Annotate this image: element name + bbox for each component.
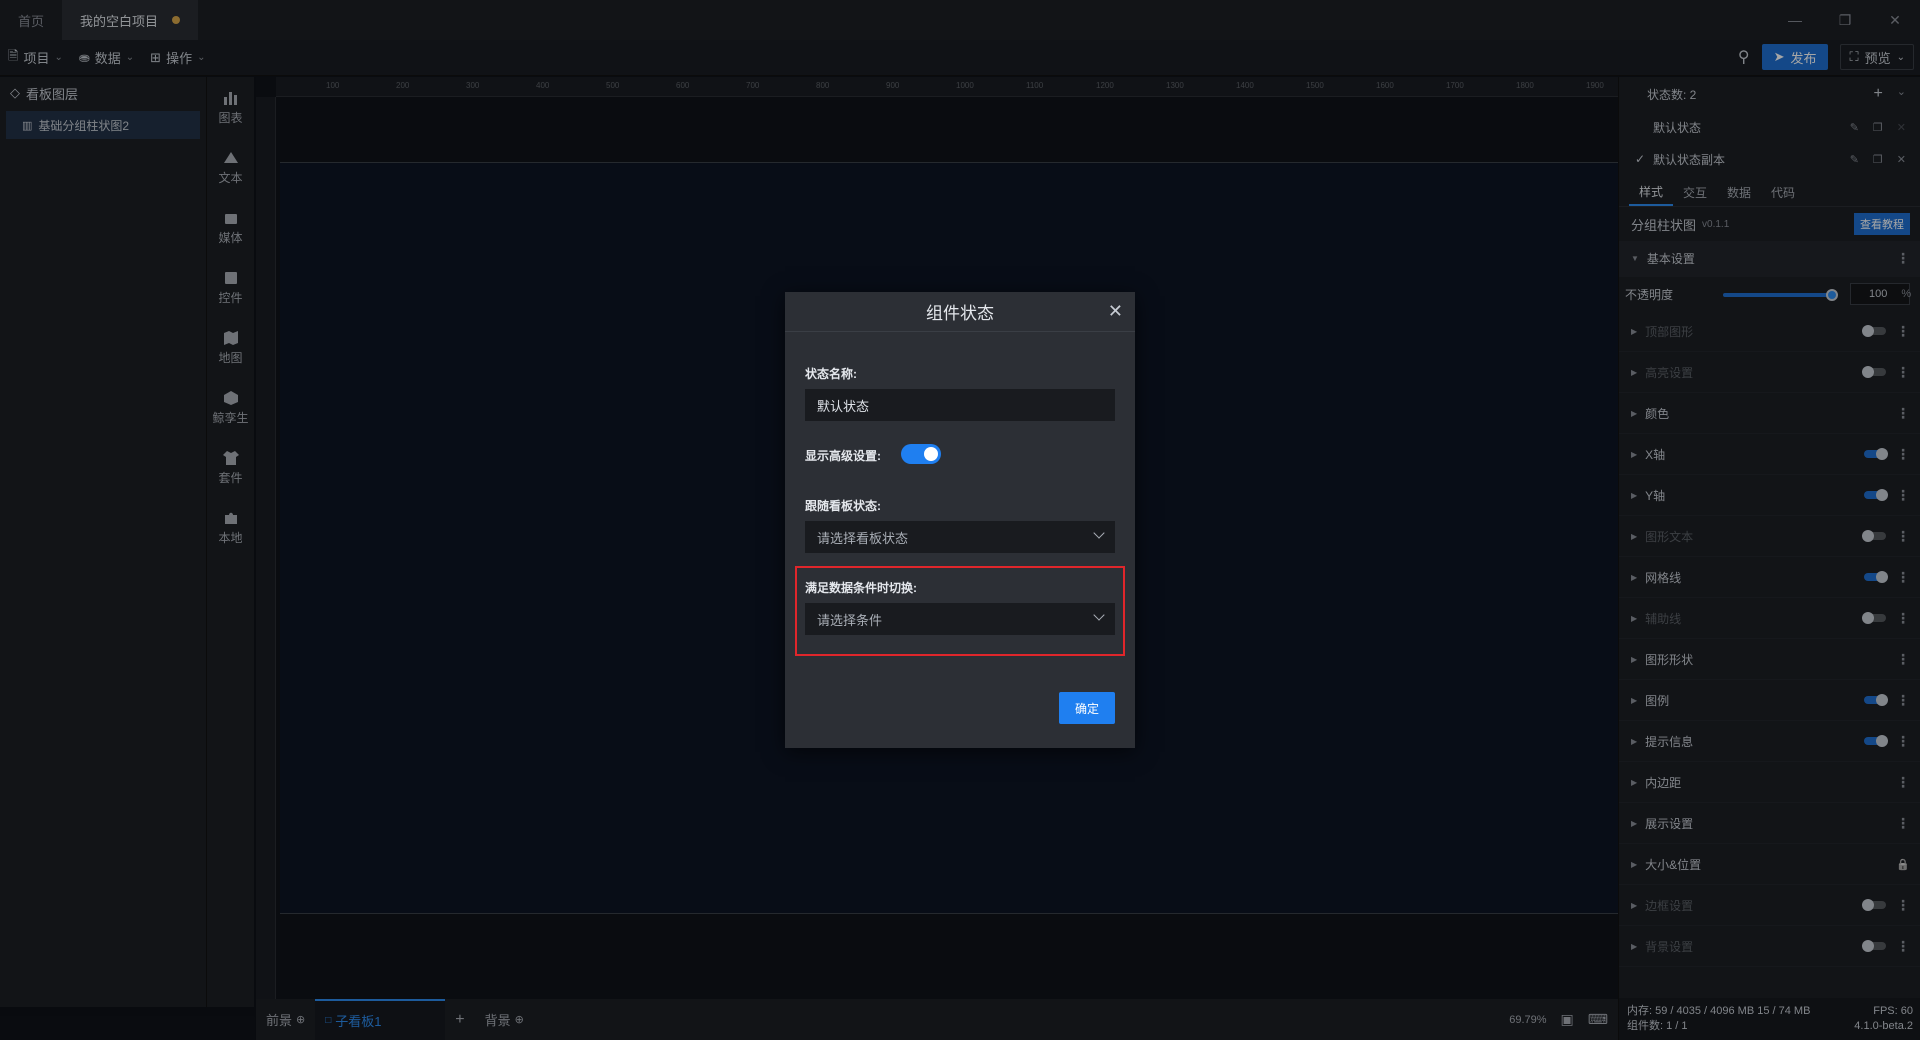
chevron-down-icon: [1093, 609, 1105, 621]
data-condition-select[interactable]: 请选择条件: [805, 603, 1115, 635]
follow-board-state-label: 跟随看板状态:: [805, 499, 881, 513]
dialog-header: 组件状态 ✕: [785, 292, 1135, 332]
state-name-input[interactable]: 默认状态: [805, 389, 1115, 421]
advanced-settings-label: 显示高级设置:: [805, 449, 881, 463]
data-condition-label: 满足数据条件时切换:: [805, 581, 917, 595]
data-condition-placeholder: 请选择条件: [817, 612, 883, 628]
component-state-dialog: 组件状态 ✕ 状态名称: 默认状态 显示高级设置: 跟随看板状态: 请选择看板状…: [785, 292, 1135, 748]
advanced-settings-toggle[interactable]: [901, 444, 941, 464]
state-name-value: 默认状态: [817, 398, 870, 414]
chevron-down-icon: [1093, 527, 1105, 539]
follow-board-state-placeholder: 请选择看板状态: [817, 530, 909, 546]
confirm-button[interactable]: 确定: [1059, 692, 1115, 724]
follow-board-state-select[interactable]: 请选择看板状态: [805, 521, 1115, 553]
state-name-label: 状态名称:: [805, 367, 857, 381]
close-icon[interactable]: ✕: [1108, 301, 1123, 322]
dialog-title: 组件状态: [926, 304, 994, 323]
